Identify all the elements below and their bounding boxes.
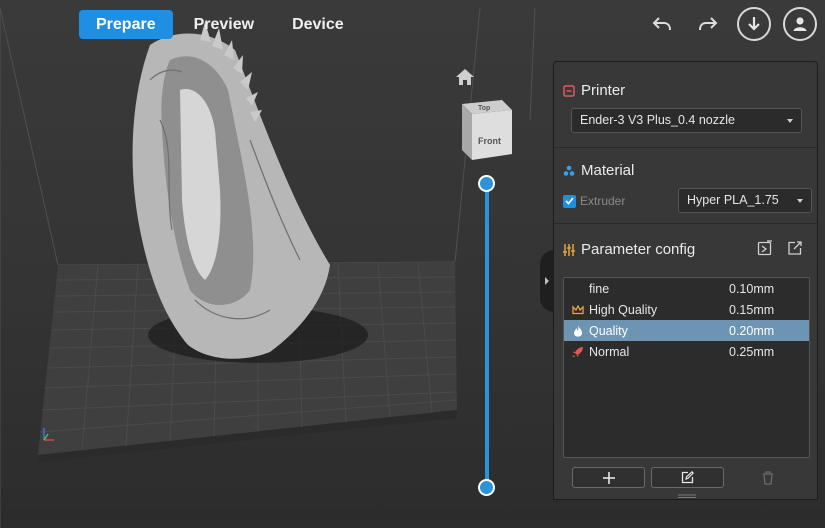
profile-name: Normal: [589, 344, 630, 359]
top-toolbar: [645, 7, 817, 41]
checkbox-checked-icon: [563, 194, 576, 208]
view-cube[interactable]: Top Front: [458, 96, 516, 164]
printer-title: Printer: [581, 82, 626, 99]
profile-name: Quality: [589, 323, 628, 338]
add-profile-button[interactable]: [572, 467, 645, 488]
redo-button[interactable]: [691, 7, 725, 41]
profile-layer-height: 0.15mm: [729, 302, 775, 317]
home-icon: [456, 69, 474, 85]
layer-slider-top-handle[interactable]: [478, 175, 495, 192]
extruder-checkbox[interactable]: Extruder: [563, 194, 625, 208]
profile-name: fine: [589, 281, 610, 296]
export-icon[interactable]: [787, 240, 803, 256]
sliders-icon: [563, 243, 575, 256]
filament-select[interactable]: Hyper PLA_1.75: [678, 188, 812, 213]
download-button[interactable]: [737, 7, 771, 41]
parameter-config-actions: [757, 240, 803, 256]
edit-profile-button[interactable]: [651, 467, 724, 488]
profile-layer-height: 0.20mm: [729, 323, 775, 338]
printer-select-value: Ender-3 V3 Plus_0.4 nozzle: [580, 113, 735, 127]
import-icon[interactable]: [757, 240, 773, 256]
user-icon: [793, 17, 807, 31]
plus-icon: [602, 471, 615, 484]
profile-row-normal[interactable]: Normal 0.25mm: [564, 341, 809, 362]
material-title: Material: [581, 162, 635, 179]
profile-row-quality[interactable]: Quality 0.20mm: [564, 320, 809, 341]
undo-icon: [652, 17, 671, 31]
layer-slider-track[interactable]: [485, 183, 489, 487]
parameter-config-header: Parameter config: [563, 241, 695, 258]
chevron-down-icon: [787, 119, 793, 123]
profile-list[interactable]: fine 0.10mm High Quality 0.15mm Quality …: [563, 277, 810, 458]
parameter-config-title: Parameter config: [581, 241, 696, 258]
edit-icon: [681, 471, 694, 484]
settings-panel: Printer Ender-3 V3 Plus_0.4 nozzle Mater…: [553, 61, 818, 500]
flame-icon: [574, 325, 583, 337]
resize-grip-icon[interactable]: [678, 494, 696, 499]
printer-header: Printer: [563, 82, 625, 99]
tab-preview[interactable]: Preview: [177, 10, 271, 39]
mode-tabs: Prepare Preview Device: [79, 10, 361, 39]
panel-collapse-toggle[interactable]: [540, 250, 554, 312]
account-button[interactable]: [783, 7, 817, 41]
profile-layer-height: 0.25mm: [729, 344, 775, 359]
filament-select-value: Hyper PLA_1.75: [687, 193, 779, 207]
crown-icon: [572, 304, 584, 314]
printer-select[interactable]: Ender-3 V3 Plus_0.4 nozzle: [571, 108, 802, 133]
profile-actions: [572, 467, 776, 488]
download-icon: [748, 17, 760, 31]
profile-row-fine[interactable]: fine 0.10mm: [564, 278, 809, 299]
layer-slider-bottom-handle[interactable]: [478, 479, 495, 496]
material-header: Material: [563, 162, 634, 179]
profile-row-high-quality[interactable]: High Quality 0.15mm: [564, 299, 809, 320]
profile-layer-height: 0.10mm: [729, 281, 775, 296]
printer-section: Printer Ender-3 V3 Plus_0.4 nozzle: [554, 62, 817, 148]
tab-device[interactable]: Device: [275, 10, 361, 39]
extruder-label: Extruder: [580, 194, 626, 208]
view-cube-front-label[interactable]: Front: [478, 136, 501, 146]
profile-name: High Quality: [589, 302, 658, 317]
view-cube-top-label[interactable]: Top: [478, 105, 490, 112]
home-view-button[interactable]: [455, 68, 475, 88]
chevron-down-icon: [797, 199, 803, 203]
tab-prepare[interactable]: Prepare: [79, 10, 173, 39]
undo-button[interactable]: [645, 7, 679, 41]
rocket-icon: [572, 346, 583, 357]
printer-icon: [563, 84, 575, 97]
material-icon: [563, 165, 575, 176]
chevron-right-icon: [545, 277, 549, 285]
redo-icon: [699, 17, 718, 31]
trash-icon[interactable]: [760, 470, 776, 486]
